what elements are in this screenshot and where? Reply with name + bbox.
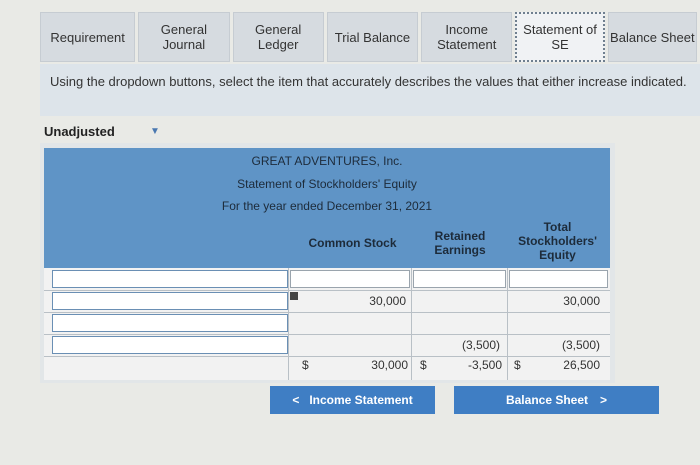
chevron-left-icon: < (292, 393, 300, 407)
dollar-sign: $ (514, 358, 521, 372)
next-balance-sheet-button[interactable]: Balance Sheet > (454, 386, 659, 414)
column-total-equity: Total Stockholders' Equity (518, 220, 597, 262)
instructions-band (40, 64, 700, 116)
common-stock-value[interactable]: 30,000 (300, 294, 406, 308)
grid-divider (44, 356, 610, 357)
dollar-sign: $ (302, 358, 309, 372)
row-label-input[interactable] (52, 270, 288, 288)
company-name: GREAT ADVENTURES, Inc. (251, 154, 403, 168)
tab-general-journal[interactable]: General Journal (138, 12, 230, 62)
grid-divider (288, 268, 289, 380)
tab-income-statement[interactable]: Income Statement (421, 12, 513, 62)
tab-general-ledger[interactable]: General Ledger (232, 12, 324, 62)
row-label-input[interactable] (52, 292, 288, 310)
grid-divider (411, 268, 412, 380)
column-retained-earnings: Retained Earnings (434, 229, 486, 257)
chevron-right-icon: > (600, 393, 608, 407)
chevron-down-icon[interactable]: ▼ (150, 126, 160, 137)
grid-divider (44, 312, 610, 313)
mode-select[interactable]: Unadjusted (44, 124, 115, 139)
tab-requirement[interactable]: Requirement (40, 12, 136, 62)
statement-title: Statement of Stockholders' Equity (237, 177, 417, 191)
prev-income-statement-button[interactable]: < Income Statement (270, 386, 435, 414)
row-label-input[interactable] (52, 314, 288, 332)
tab-balance-sheet[interactable]: Balance Sheet (607, 12, 697, 62)
next-button-label: Balance Sheet (505, 393, 589, 407)
total-equity-total[interactable]: 26,500 (526, 358, 600, 372)
row-label-input[interactable] (52, 336, 288, 354)
total-equity-value[interactable]: (3,500) (510, 338, 600, 352)
column-common-stock: Common Stock (308, 236, 397, 250)
grid-divider (507, 268, 508, 380)
common-stock-total[interactable]: 30,000 (320, 358, 408, 372)
total-equity-value[interactable]: 30,000 (510, 294, 600, 308)
grid-divider (44, 290, 610, 291)
total-equity-input[interactable] (509, 270, 608, 288)
tab-bar: Requirement General Journal General Ledg… (40, 12, 700, 62)
common-stock-input[interactable] (290, 270, 410, 288)
grid-divider (44, 334, 610, 335)
dollar-sign: $ (420, 358, 427, 372)
retained-earnings-input[interactable] (413, 270, 506, 288)
instructions-text: Using the dropdown buttons, select the i… (50, 74, 687, 89)
retained-earnings-value[interactable]: (3,500) (420, 338, 500, 352)
prev-button-label: Income Statement (309, 393, 413, 407)
tab-trial-balance[interactable]: Trial Balance (326, 12, 419, 62)
retained-earnings-total[interactable]: -3,500 (430, 358, 502, 372)
statement-period: For the year ended December 31, 2021 (221, 199, 433, 213)
flag-icon (290, 292, 298, 300)
tab-statement-of-se[interactable]: Statement of SE (515, 12, 605, 62)
